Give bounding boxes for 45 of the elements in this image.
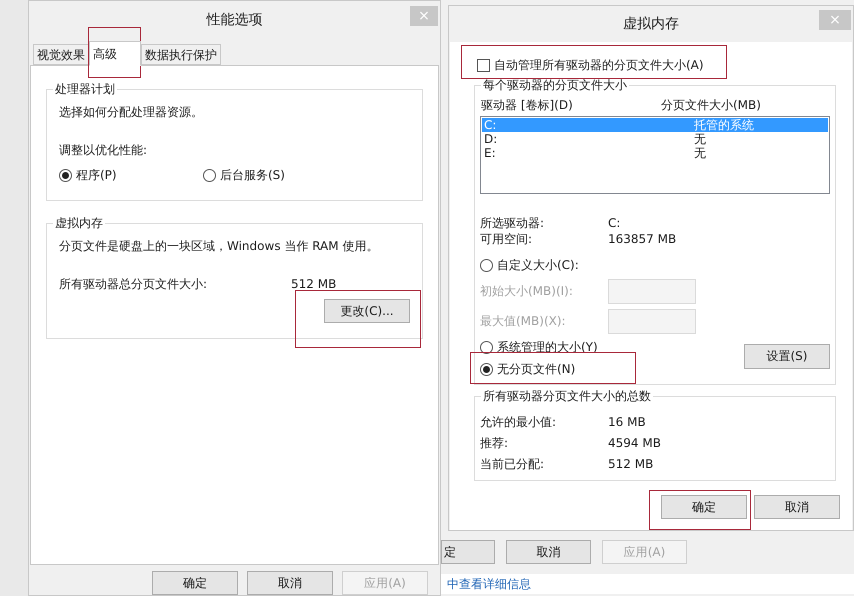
info-label: 允许的最小值: [480,414,558,431]
drive-row[interactable]: E: 无 [482,146,828,160]
field-label: 最大值(MB)(X): [480,313,567,330]
radio-option[interactable]: 后台服务(S) [203,166,347,184]
tab[interactable]: 视觉效果 [33,44,89,66]
size-value: 512 MB [291,276,336,294]
group-title: 每个驱动器的分页文件大小 [481,77,629,93]
details-link[interactable]: 中查看详细信息 [447,575,531,593]
dialog-button[interactable]: 确定 [661,495,747,519]
info-label: 当前已分配: [480,456,546,473]
description-text: 分页文件是硬盘上的一块区域，Windows 当作 RAM 使用。 [59,238,380,256]
info-label: 所选驱动器: [480,215,546,230]
change-button[interactable]: 更改(C)... [324,299,410,324]
group-title: 处理器计划 [53,81,117,98]
info-label: 推荐: [480,435,510,452]
column-header: 分页文件大小(MB) [661,97,761,114]
dialog-button[interactable]: 取消 [754,495,840,519]
info-label: 可用空间: [480,231,534,246]
info-value: 16 MB [608,414,646,431]
drive-row[interactable]: D: 无 [482,132,828,146]
group-title: 所有驱动器分页文件大小的总数 [481,388,653,404]
info-value: 512 MB [608,456,654,473]
info-value: C: [608,215,620,230]
tab[interactable]: 高级 [89,41,141,66]
window-title: 虚拟内存 [623,14,679,34]
field-label: 初始大小(MB)(I): [480,283,574,300]
radio-option[interactable]: 自定义大小(C): [480,256,579,274]
radio-option[interactable]: 系统管理的大小(Y) [480,338,598,356]
tab[interactable]: 数据执行保护 [141,44,221,66]
dialog-button[interactable]: 确定 [152,571,238,595]
group-title: 虚拟内存 [53,215,105,232]
window-title: 性能选项 [206,11,262,30]
dialog-button[interactable]: 取消 [506,540,591,564]
field-label: 所有驱动器总分页文件大小: [59,276,208,294]
radio-option[interactable]: 程序(P) [59,166,203,184]
column-header: 驱动器 [卷标](D) [481,97,574,114]
dialog-button[interactable]: 定 [441,540,495,564]
radio-option[interactable]: 无分页文件(N) [480,360,576,378]
dialog-button[interactable]: 取消 [247,571,333,595]
info-value: 4594 MB [608,435,661,452]
field-label: 调整以优化性能: [59,142,148,160]
checkbox-option[interactable]: 自动管理所有驱动器的分页文件大小(A) [477,56,820,74]
info-value: 163857 MB [608,231,676,246]
settings-button[interactable]: 设置(S) [744,344,830,368]
description-text: 选择如何分配处理器资源。 [59,104,204,122]
